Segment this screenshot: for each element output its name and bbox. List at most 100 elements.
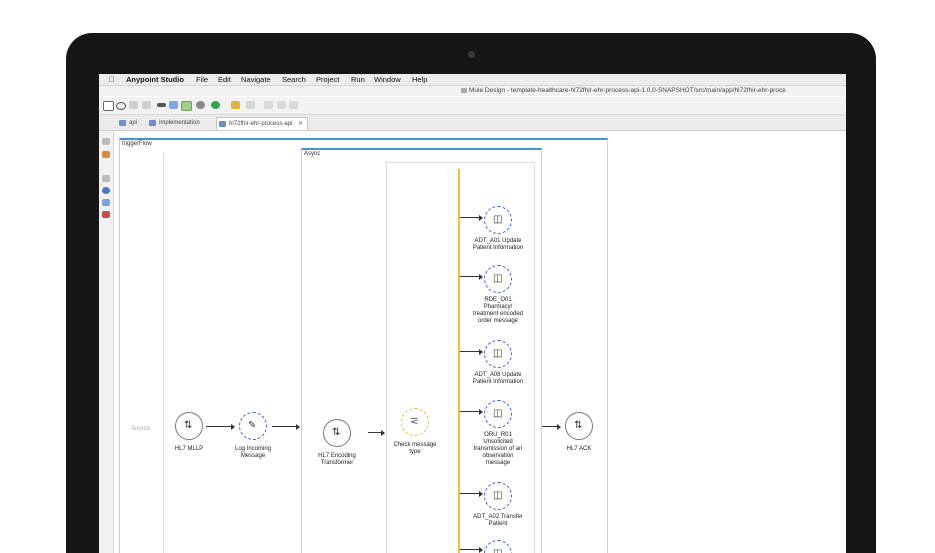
- hl7-encoding-transformer-node[interactable]: ⇅: [323, 419, 351, 447]
- arrow: [460, 348, 483, 355]
- globe-icon[interactable]: [102, 187, 110, 194]
- route-label-adt-a08: ADT_A08 Update Patient Information: [463, 372, 533, 386]
- arrow: [542, 423, 561, 430]
- settings-icon[interactable]: [196, 101, 205, 109]
- editor-tabs: api implementation hl72fhir-ehr-process-…: [99, 115, 846, 131]
- transform-icon: ⇅: [332, 427, 341, 438]
- new-icon[interactable]: [103, 101, 114, 111]
- arrow: [272, 423, 300, 430]
- tab-label: implementation: [159, 120, 200, 126]
- close-tab-icon[interactable]: ✕: [298, 121, 303, 127]
- screen:  Anypoint Studio File Edit Navigate Sea…: [99, 74, 846, 553]
- undo-icon[interactable]: [264, 101, 273, 109]
- link-icon[interactable]: [116, 102, 126, 110]
- flow-reference-icon: ◫: [493, 549, 502, 553]
- pencil-icon: ✎: [248, 420, 257, 431]
- minimize-icon[interactable]: [102, 138, 110, 145]
- route-label-line: Patient: [488, 521, 508, 527]
- hl7-ack-node[interactable]: ⇅: [565, 412, 593, 440]
- run-icon[interactable]: [211, 101, 220, 109]
- choice-label-line: type: [409, 449, 421, 455]
- arrow: [460, 546, 483, 553]
- flow-reference-icon: ◫: [493, 348, 503, 359]
- flow-ref-node-oru-r01[interactable]: ◫: [484, 400, 512, 428]
- flow-reference-icon: ◫: [493, 490, 503, 501]
- route-label-line: ADT_A08 Update: [474, 372, 522, 378]
- logger-label: Log Incoming Message: [227, 446, 279, 460]
- menu-project[interactable]: Project: [316, 75, 339, 84]
- flow-ref-node-adt-a08[interactable]: ◫: [484, 340, 512, 368]
- deploy-icon[interactable]: [157, 103, 166, 107]
- package-explorer-icon[interactable]: [102, 151, 110, 158]
- flow-canvas: triggerFlow Source Async ⇅ HL7 MLLP ✎ Lo…: [114, 131, 846, 553]
- redo-icon[interactable]: [277, 101, 286, 109]
- flow-ref-node-adt-a01[interactable]: ◫: [484, 206, 512, 234]
- mule-file-icon: [219, 121, 226, 127]
- flow-reference-icon: ◫: [493, 214, 503, 225]
- menu-search[interactable]: Search: [282, 75, 306, 84]
- app-name[interactable]: Anypoint Studio: [126, 75, 184, 84]
- route-label-line: order message: [477, 318, 519, 324]
- restore-icon[interactable]: [102, 175, 110, 182]
- left-sidebar: [99, 131, 114, 553]
- flow-ref-node-adt-a02[interactable]: ◫: [484, 482, 512, 510]
- forward-icon[interactable]: [246, 101, 255, 109]
- outline-icon[interactable]: [102, 199, 110, 206]
- mule-file-icon: [149, 120, 156, 126]
- route-label-line: treatment encoded: [472, 311, 524, 317]
- choice-route-line: [458, 169, 460, 553]
- flow-ref-node-rde-o01[interactable]: ◫: [484, 265, 512, 293]
- window-title-bar: Mule Design - template-healthcare-hl72fh…: [99, 86, 846, 96]
- menu-navigate[interactable]: Navigate: [241, 75, 271, 84]
- menu-window[interactable]: Window: [374, 75, 401, 84]
- camera-dot: [468, 51, 475, 58]
- transformer-label-line: HL7 Encoding: [318, 453, 356, 459]
- async-label: Async: [304, 151, 321, 157]
- arrow: [206, 423, 235, 430]
- menu-edit[interactable]: Edit: [218, 75, 231, 84]
- tab-hl72fhir-ehr-process-api[interactable]: hl72fhir-ehr-process-api ✕: [216, 117, 309, 130]
- menu-help[interactable]: Help: [412, 75, 427, 84]
- hl7-mllp-node[interactable]: ⇅: [175, 412, 203, 440]
- route-label-adt-a02: ADT_A02 Transfer Patient: [463, 514, 533, 528]
- route-label-line: Patient Information: [472, 379, 524, 385]
- choice-router-label: Check message type: [385, 442, 445, 456]
- flow-reference-icon: ◫: [493, 408, 503, 419]
- debug-config-icon[interactable]: [169, 101, 178, 109]
- arrow: [460, 214, 483, 221]
- save-icon[interactable]: [129, 101, 138, 109]
- hl7-encoding-transformer-label: HL7 Encoding Transformer: [310, 453, 364, 467]
- choice-router-box[interactable]: [386, 162, 535, 553]
- save-all-icon[interactable]: [142, 101, 151, 109]
- apple-icon[interactable]: : [109, 75, 115, 84]
- arrow: [460, 490, 483, 497]
- close-icon[interactable]: [289, 101, 298, 109]
- sync-listener-icon: ⇅: [574, 420, 583, 431]
- menu-file[interactable]: File: [196, 75, 208, 84]
- tab-label: api: [129, 120, 138, 126]
- choice-label-line: Check message: [393, 442, 437, 448]
- route-label-line: transmission of an: [473, 446, 523, 452]
- flow-name: triggerFlow: [122, 141, 152, 147]
- sync-listener-icon: ⇅: [184, 420, 193, 431]
- toolbar: [99, 97, 846, 115]
- flow-icon[interactable]: [181, 101, 192, 111]
- arrow: [460, 273, 483, 280]
- route-label-oru-r01: ORU_R01 Unsolicited transmission of an o…: [463, 432, 533, 467]
- source-label: Source: [131, 426, 151, 432]
- tab-label: hl72fhir-ehr-process-api: [229, 121, 293, 127]
- back-icon[interactable]: [231, 101, 240, 109]
- logger-label-line: Message: [240, 453, 266, 459]
- logger-label-line: Log Incoming: [234, 446, 272, 452]
- problems-icon[interactable]: [102, 211, 110, 218]
- tab-implementation[interactable]: implementation: [147, 117, 204, 129]
- choice-router-node[interactable]: ⋜: [401, 408, 429, 436]
- tab-api[interactable]: api: [117, 117, 141, 129]
- arrow: [460, 408, 483, 415]
- route-label-line: Patient Information: [472, 245, 524, 251]
- transformer-label-line: Transformer: [320, 460, 354, 466]
- logger-node[interactable]: ✎: [239, 412, 267, 440]
- hl7-mllp-label: HL7 MLLP: [174, 446, 204, 452]
- menu-run[interactable]: Run: [351, 75, 365, 84]
- hl7-ack-label: HL7 ACK: [566, 446, 592, 452]
